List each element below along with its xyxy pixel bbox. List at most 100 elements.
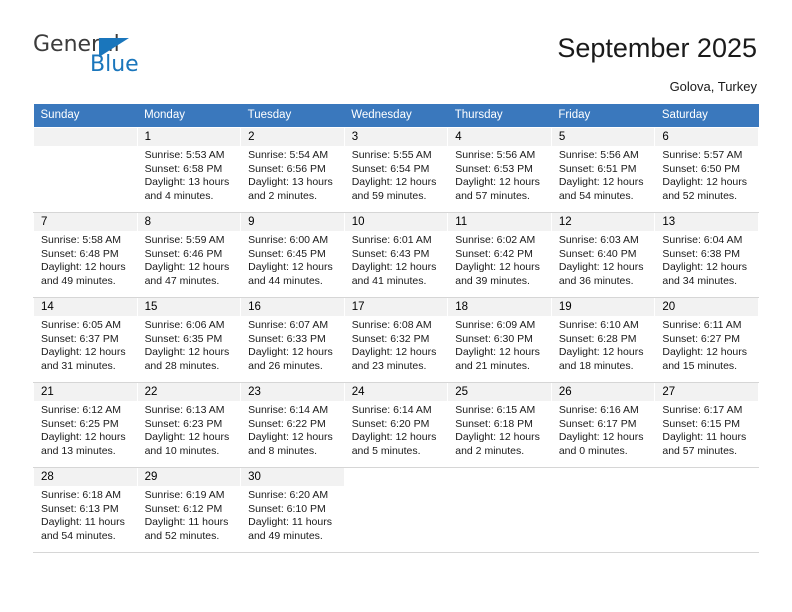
calendar-day-cell[interactable]: 1 Sunrise: 5:53 AM Sunset: 6:58 PM Daylight… — [136, 127, 242, 213]
calendar-day-cell[interactable]: 19 Sunrise: 6:10 AM Sunset: 6:28 PM Dayligh… — [550, 297, 656, 383]
day-detail-line: Sunset: 6:12 PM — [144, 502, 223, 515]
calendar-day-cell[interactable]: 28 Sunrise: 6:18 AM Sunset: 6:13 PM Dayligh… — [33, 467, 138, 553]
page-header: General Blue September 2025 Golova, Turk… — [0, 0, 792, 104]
day-detail-line: Daylight: 12 hours — [351, 176, 437, 189]
day-detail-line: and 52 minutes. — [662, 189, 738, 202]
day-detail-line: and 54 minutes. — [41, 529, 116, 542]
day-detail-line: and 8 minutes. — [248, 444, 318, 457]
day-detail-line: Sunrise: 6:08 AM — [351, 319, 432, 331]
day-detail-line: Sunset: 6:13 PM — [41, 502, 119, 515]
calendar-day-cell[interactable]: 5 Sunrise: 5:56 AM Sunset: 6:51 PM Daylight… — [550, 127, 656, 213]
day-details: Sunrise: 6:20 AM Sunset: 6:10 PM Daylight:… — [241, 486, 344, 543]
calendar-day-cell[interactable]: 24 Sunrise: 6:14 AM Sunset: 6:20 PM Dayligh… — [343, 382, 449, 468]
calendar-day-cell[interactable]: 20 Sunrise: 6:11 AM Sunset: 6:27 PM Dayligh… — [654, 297, 759, 383]
day-details: Sunrise: 6:07 AM Sunset: 6:33 PM Daylight:… — [241, 316, 344, 373]
general-blue-logo[interactable]: General Blue — [33, 34, 173, 84]
day-number: 19 — [551, 298, 655, 316]
day-detail-line: Sunrise: 6:12 AM — [41, 404, 121, 416]
calendar-day-cell[interactable]: 17 Sunrise: 6:08 AM Sunset: 6:32 PM Dayligh… — [343, 297, 449, 383]
day-detail-line: Daylight: 12 hours — [662, 176, 748, 189]
day-details: Sunrise: 6:18 AM Sunset: 6:13 PM Daylight:… — [34, 486, 137, 543]
calendar-day-cell[interactable]: 21 Sunrise: 6:12 AM Sunset: 6:25 PM Dayligh… — [33, 382, 138, 468]
day-number — [344, 468, 448, 486]
day-details: Sunrise: 6:11 AM Sunset: 6:27 PM Daylight:… — [655, 316, 758, 373]
day-details: Sunrise: 6:13 AM Sunset: 6:23 PM Daylight:… — [138, 401, 241, 458]
day-detail-line: and 0 minutes. — [558, 444, 628, 457]
calendar-empty-cell — [654, 467, 759, 553]
calendar-day-cell[interactable]: 14 Sunrise: 6:05 AM Sunset: 6:37 PM Dayligh… — [33, 297, 138, 383]
day-number: 29 — [137, 468, 241, 486]
day-number: 17 — [344, 298, 448, 316]
day-detail-line: Sunrise: 6:05 AM — [41, 319, 121, 331]
calendar-day-cell[interactable]: 12 Sunrise: 6:03 AM Sunset: 6:40 PM Dayligh… — [550, 212, 656, 298]
day-detail-line: Sunset: 6:38 PM — [662, 247, 741, 260]
day-detail-line: Sunrise: 5:56 AM — [455, 149, 536, 161]
day-detail-line: Sunrise: 6:00 AM — [248, 234, 329, 246]
calendar-day-cell[interactable]: 26 Sunrise: 6:16 AM Sunset: 6:17 PM Dayligh… — [550, 382, 656, 468]
day-number: 30 — [241, 468, 344, 486]
calendar-day-cell[interactable]: 30 Sunrise: 6:20 AM Sunset: 6:10 PM Dayligh… — [240, 467, 345, 553]
calendar-day-cell[interactable]: 16 Sunrise: 6:07 AM Sunset: 6:33 PM Dayligh… — [240, 297, 345, 383]
day-detail-line: and 34 minutes. — [662, 274, 738, 287]
day-detail-line: and 26 minutes. — [248, 359, 323, 372]
calendar-day-cell[interactable]: 8 Sunrise: 5:59 AM Sunset: 6:46 PM Daylight… — [136, 212, 242, 298]
calendar-day-cell[interactable]: 25 Sunrise: 6:15 AM Sunset: 6:18 PM Dayligh… — [447, 382, 552, 468]
day-detail-line: Daylight: 11 hours — [662, 431, 747, 444]
calendar-day-cell[interactable]: 6 Sunrise: 5:57 AM Sunset: 6:50 PM Daylight… — [654, 127, 759, 213]
day-number: 26 — [551, 383, 655, 401]
calendar-day-cell[interactable]: 11 Sunrise: 6:02 AM Sunset: 6:42 PM Dayligh… — [447, 212, 552, 298]
day-detail-line: Sunset: 6:18 PM — [455, 417, 533, 430]
page-title: September 2025 — [557, 33, 757, 63]
calendar-day-cell[interactable]: 29 Sunrise: 6:19 AM Sunset: 6:12 PM Dayligh… — [136, 467, 242, 553]
calendar-day-cell[interactable]: 9 Sunrise: 6:00 AM Sunset: 6:45 PM Daylight… — [240, 212, 345, 298]
calendar-day-cell[interactable]: 22 Sunrise: 6:13 AM Sunset: 6:23 PM Dayligh… — [136, 382, 242, 468]
day-detail-line: and 10 minutes. — [144, 444, 220, 457]
day-detail-line: Sunrise: 6:16 AM — [558, 404, 639, 416]
day-detail-line: Sunset: 6:27 PM — [662, 332, 741, 345]
day-detail-line: Sunset: 6:45 PM — [248, 247, 326, 260]
day-detail-line: Sunrise: 6:02 AM — [455, 234, 536, 246]
calendar-day-cell[interactable]: 23 Sunrise: 6:14 AM Sunset: 6:22 PM Dayligh… — [240, 382, 345, 468]
day-detail-line: Sunset: 6:23 PM — [144, 417, 223, 430]
calendar-day-cell[interactable]: 15 Sunrise: 6:06 AM Sunset: 6:35 PM Dayligh… — [136, 297, 242, 383]
day-detail-line: and 54 minutes. — [558, 189, 634, 202]
day-detail-line: Sunset: 6:10 PM — [248, 502, 326, 515]
calendar-day-cell[interactable]: 27 Sunrise: 6:17 AM Sunset: 6:15 PM Dayligh… — [654, 382, 759, 468]
day-details: Sunrise: 5:56 AM Sunset: 6:51 PM Daylight:… — [552, 146, 655, 203]
day-detail-line: Sunrise: 6:19 AM — [144, 489, 225, 501]
day-detail-line: Sunrise: 6:14 AM — [248, 404, 329, 416]
day-detail-line: Sunset: 6:32 PM — [351, 332, 430, 345]
day-detail-line: Daylight: 12 hours — [248, 261, 333, 274]
day-detail-line: Daylight: 12 hours — [144, 346, 230, 359]
day-detail-line: Daylight: 11 hours — [41, 516, 125, 529]
calendar-week-row: 7 Sunrise: 5:58 AM Sunset: 6:48 PM Daylight… — [33, 212, 759, 298]
day-number: 16 — [241, 298, 344, 316]
calendar-empty-cell — [447, 467, 552, 553]
day-detail-line: and 2 minutes. — [455, 444, 525, 457]
day-details: Sunrise: 5:55 AM Sunset: 6:54 PM Daylight:… — [345, 146, 448, 203]
day-detail-line: Sunset: 6:51 PM — [558, 162, 637, 175]
day-number: 27 — [655, 383, 758, 401]
day-detail-line: Daylight: 12 hours — [41, 346, 126, 359]
calendar-day-cell[interactable]: 3 Sunrise: 5:55 AM Sunset: 6:54 PM Daylight… — [343, 127, 449, 213]
weekday-header-wednesday: Wednesday — [344, 104, 448, 128]
day-detail-line: Sunrise: 6:06 AM — [144, 319, 225, 331]
day-detail-line: Daylight: 13 hours — [144, 176, 230, 189]
day-detail-line: Sunrise: 6:03 AM — [558, 234, 639, 246]
calendar-day-cell[interactable]: 2 Sunrise: 5:54 AM Sunset: 6:56 PM Daylight… — [240, 127, 345, 213]
calendar-day-cell[interactable]: 7 Sunrise: 5:58 AM Sunset: 6:48 PM Daylight… — [33, 212, 138, 298]
calendar-day-cell[interactable]: 13 Sunrise: 6:04 AM Sunset: 6:38 PM Dayligh… — [654, 212, 759, 298]
day-detail-line: Sunset: 6:35 PM — [144, 332, 223, 345]
day-detail-line: Daylight: 12 hours — [144, 261, 230, 274]
day-detail-line: Sunrise: 6:04 AM — [662, 234, 743, 246]
calendar-day-cell[interactable]: 18 Sunrise: 6:09 AM Sunset: 6:30 PM Dayligh… — [447, 297, 552, 383]
day-number: 12 — [551, 213, 655, 231]
calendar-day-cell[interactable]: 10 Sunrise: 6:01 AM Sunset: 6:43 PM Dayligh… — [343, 212, 449, 298]
day-number: 6 — [655, 128, 758, 146]
day-detail-line: and 57 minutes. — [662, 444, 738, 457]
calendar-day-cell[interactable]: 4 Sunrise: 5:56 AM Sunset: 6:53 PM Daylight… — [447, 127, 552, 213]
day-detail-line: Daylight: 12 hours — [662, 346, 748, 359]
day-detail-line: Daylight: 12 hours — [41, 431, 126, 444]
calendar-empty-cell — [33, 127, 138, 213]
day-details: Sunrise: 6:14 AM Sunset: 6:20 PM Daylight:… — [345, 401, 448, 458]
